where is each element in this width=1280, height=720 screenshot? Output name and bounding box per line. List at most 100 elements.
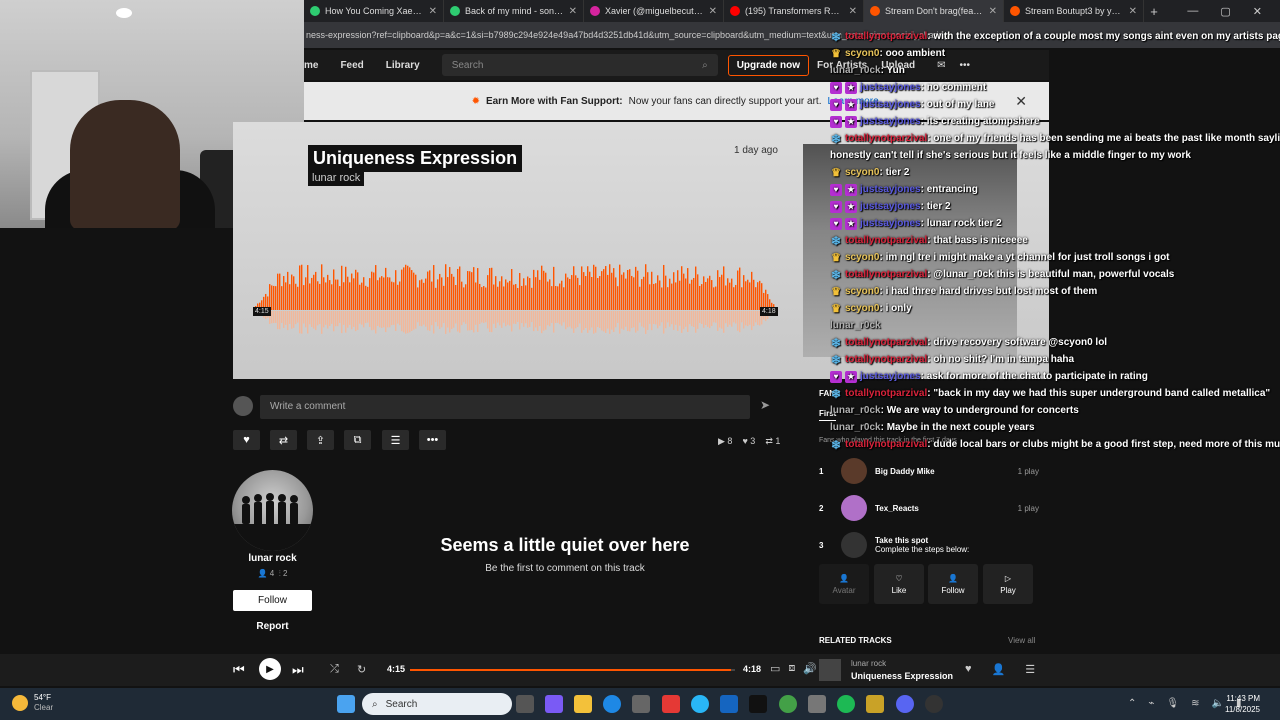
taskbar-clock[interactable]: 11:43 PM 11/8/2025 bbox=[1225, 693, 1260, 715]
browser-tab[interactable]: Back of my mind - song an ✕ bbox=[444, 0, 584, 22]
fan-row[interactable]: 1 Big Daddy Mike 1 play bbox=[819, 457, 1039, 485]
chat-username[interactable]: lunar_r0ck bbox=[830, 320, 881, 331]
tab-close-icon[interactable]: ✕ bbox=[709, 6, 717, 17]
repeat-icon[interactable]: ↻ bbox=[357, 663, 366, 676]
next-track-icon[interactable]: ⏭ bbox=[292, 662, 304, 678]
chat-username[interactable]: justsayjones bbox=[860, 218, 921, 229]
waveform[interactable] bbox=[255, 260, 775, 340]
app-icon[interactable] bbox=[662, 695, 680, 713]
report-link[interactable]: Report bbox=[232, 621, 313, 632]
tab-close-icon[interactable]: ✕ bbox=[429, 6, 437, 17]
nav-library[interactable]: Library bbox=[386, 60, 420, 71]
heart-icon[interactable]: ♥ bbox=[965, 663, 972, 676]
chat-username[interactable]: justsayjones bbox=[860, 201, 921, 212]
chat-username[interactable]: totallynotparzival bbox=[845, 235, 927, 246]
chat-username[interactable]: totallynotparzival bbox=[845, 354, 927, 365]
chat-username[interactable]: justsayjones bbox=[860, 82, 921, 93]
store-icon[interactable] bbox=[632, 695, 650, 713]
nav-feed[interactable]: Feed bbox=[340, 60, 363, 71]
share-button[interactable]: ⇪ bbox=[307, 430, 334, 450]
network-icon[interactable]: ⌁ bbox=[1148, 698, 1154, 709]
like-button[interactable]: ♥ bbox=[233, 430, 260, 450]
shuffle-icon[interactable]: ⤮ bbox=[330, 663, 339, 676]
copilot-icon[interactable] bbox=[545, 695, 563, 713]
chat-username[interactable]: scyon0 bbox=[845, 48, 879, 59]
more-options-button[interactable]: ••• bbox=[419, 430, 446, 450]
xbox-icon[interactable] bbox=[779, 695, 797, 713]
cast-icon[interactable]: ▭ bbox=[770, 662, 780, 675]
chat-username[interactable]: lunar_r0ck bbox=[830, 65, 881, 76]
tab-close-icon[interactable]: ✕ bbox=[569, 6, 577, 17]
chat-username[interactable]: justsayjones bbox=[860, 116, 921, 127]
queue-window-icon[interactable]: ⧈ bbox=[788, 662, 795, 675]
chat-username[interactable]: scyon0 bbox=[845, 286, 879, 297]
upgrade-button[interactable]: Upgrade now bbox=[727, 54, 810, 76]
send-icon[interactable]: ➤ bbox=[760, 398, 780, 416]
previous-track-icon[interactable]: ⏮ bbox=[233, 662, 245, 678]
now-playing-artwork[interactable] bbox=[819, 659, 841, 681]
tab-close-icon[interactable]: ✕ bbox=[849, 6, 857, 17]
browser-tab[interactable]: (195) Transformers Reveng ✕ bbox=[724, 0, 864, 22]
wifi-icon[interactable]: ≋ bbox=[1191, 698, 1199, 709]
weather-widget[interactable]: 54°F Clear bbox=[12, 693, 53, 713]
spotify-icon[interactable] bbox=[837, 695, 855, 713]
mic-icon[interactable]: 🎙 bbox=[1166, 698, 1179, 709]
now-playing-title[interactable]: Uniqueness Expression bbox=[851, 671, 953, 681]
volume-icon[interactable]: 🔈 bbox=[1212, 698, 1224, 709]
tab-close-icon[interactable]: ✕ bbox=[989, 6, 997, 17]
task-view-icon[interactable] bbox=[516, 695, 534, 713]
tab-close-icon[interactable]: ✕ bbox=[1129, 6, 1137, 17]
chat-username[interactable]: justsayjones bbox=[860, 184, 921, 195]
close-window-icon[interactable]: ✕ bbox=[1253, 5, 1262, 18]
add-to-playlist-button[interactable]: ☰ bbox=[382, 430, 409, 450]
chat-username[interactable]: scyon0 bbox=[845, 167, 879, 178]
search-icon[interactable]: ⌕ bbox=[702, 60, 708, 71]
fan-row[interactable]: 2 Tex_Reacts 1 play bbox=[819, 494, 1039, 522]
settings-icon[interactable] bbox=[808, 695, 826, 713]
view-all-link[interactable]: View all bbox=[1008, 636, 1035, 645]
taskbar-search[interactable]: ⌕ Search bbox=[362, 693, 512, 715]
queue-icon[interactable]: ☰ bbox=[1025, 663, 1035, 676]
maximize-icon[interactable]: ▢ bbox=[1220, 5, 1230, 18]
chat-username[interactable]: totallynotparzival bbox=[845, 337, 927, 348]
spot-follow-button[interactable]: 👤 Follow bbox=[928, 564, 978, 604]
tiktok-icon[interactable] bbox=[749, 695, 767, 713]
file-explorer-icon[interactable] bbox=[574, 695, 592, 713]
chat-username[interactable]: scyon0 bbox=[845, 252, 879, 263]
browser-tab[interactable]: How You Coming Xae? - so ✕ bbox=[304, 0, 444, 22]
repost-button[interactable]: ⇄ bbox=[270, 430, 297, 450]
chat-username[interactable]: scyon0 bbox=[845, 303, 879, 314]
new-tab-button[interactable]: + bbox=[1144, 4, 1164, 19]
nav-home[interactable]: me bbox=[304, 60, 318, 71]
follow-button[interactable]: Follow bbox=[233, 590, 312, 611]
chat-username[interactable]: justsayjones bbox=[860, 99, 921, 110]
artist-name[interactable]: lunar rock bbox=[232, 553, 313, 564]
comment-input[interactable]: Write a comment bbox=[260, 395, 750, 419]
app-icon[interactable] bbox=[691, 695, 709, 713]
chat-username[interactable]: totallynotparzival bbox=[845, 388, 927, 399]
browser-tab[interactable]: Stream Don't brag(feat.DY ✕ bbox=[864, 0, 1004, 22]
artist-avatar[interactable] bbox=[232, 470, 313, 551]
outlook-icon[interactable] bbox=[720, 695, 738, 713]
search-input[interactable]: Search ⌕ bbox=[441, 54, 718, 76]
track-artist-link[interactable]: lunar rock bbox=[308, 170, 365, 186]
follow-icon[interactable]: 👤 bbox=[992, 663, 1006, 676]
spot-like-button[interactable]: ♡ Like bbox=[874, 564, 924, 604]
now-playing-artist[interactable]: lunar rock bbox=[851, 659, 886, 668]
chat-username[interactable]: lunar_r0ck bbox=[830, 405, 881, 416]
browser-tab[interactable]: Xavier (@miguelbecute) • In ✕ bbox=[584, 0, 724, 22]
chat-username[interactable]: justsayjones bbox=[860, 371, 921, 382]
chat-username[interactable]: lunar_r0ck bbox=[830, 422, 881, 433]
chat-username[interactable]: totallynotparzival bbox=[845, 269, 927, 280]
start-icon[interactable] bbox=[337, 695, 355, 713]
spot-play-button[interactable]: ▷ Play bbox=[983, 564, 1033, 604]
chat-username[interactable]: totallynotparzival bbox=[845, 133, 927, 144]
minimize-icon[interactable]: — bbox=[1187, 5, 1198, 18]
play-button[interactable]: ▶ bbox=[259, 658, 281, 680]
edge-icon[interactable] bbox=[603, 695, 621, 713]
copy-link-button[interactable]: ⧉ bbox=[344, 430, 371, 450]
app-icon[interactable] bbox=[866, 695, 884, 713]
chat-username[interactable]: totallynotparzival bbox=[845, 31, 927, 42]
browser-tab[interactable]: Stream Boutupt3 by young ✕ bbox=[1004, 0, 1144, 22]
discord-icon[interactable] bbox=[896, 695, 914, 713]
